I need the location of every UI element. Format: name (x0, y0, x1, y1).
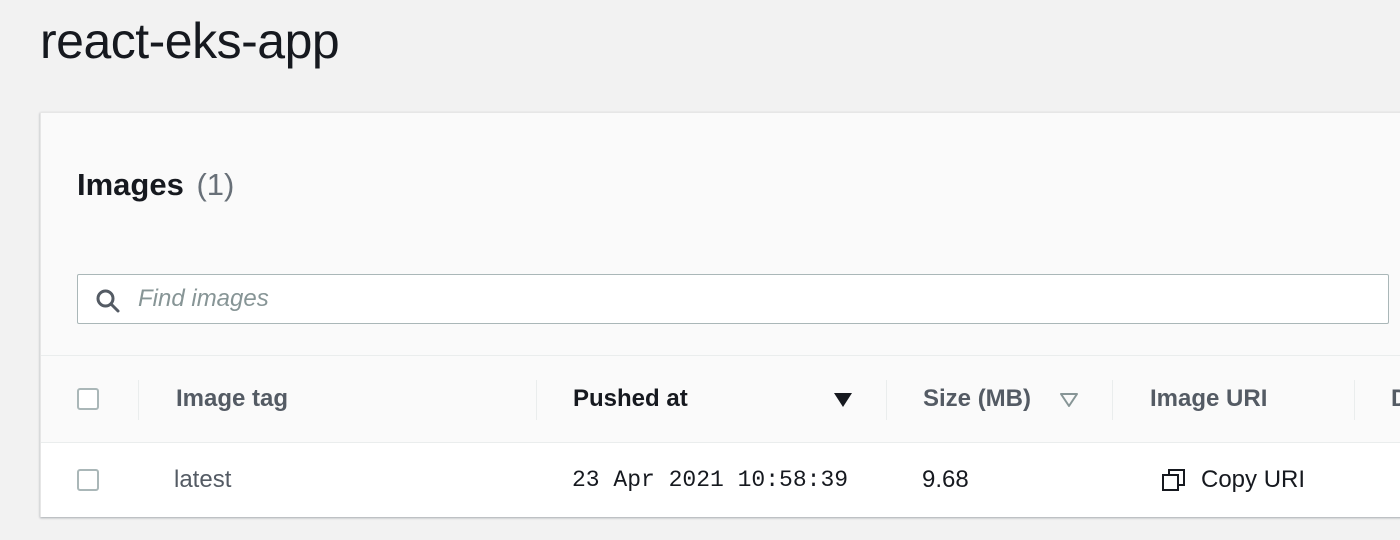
copy-uri-button[interactable]: Copy URI (1161, 443, 1305, 517)
search-input[interactable] (138, 275, 1368, 323)
images-count: (1) (196, 167, 235, 202)
column-header-pushed-at[interactable]: Pushed at (573, 356, 688, 442)
column-header-size[interactable]: Size (MB) (923, 356, 1031, 442)
column-header-image-uri[interactable]: Image URI (1150, 356, 1267, 442)
sortable-icon[interactable] (1059, 392, 1079, 408)
column-header-label: Pushed at (573, 385, 688, 412)
column-header-label: Image URI (1150, 385, 1268, 412)
images-table: Image tag Pushed at Size (MB) Image URI (41, 355, 1400, 517)
column-divider[interactable] (1354, 380, 1355, 420)
page-title: react-eks-app (40, 13, 340, 69)
column-header-image-tag[interactable]: Image tag (176, 356, 288, 442)
copy-icon (1162, 469, 1185, 491)
table-row[interactable]: latest 23 Apr 2021 10:58:39 9.68 Copy UR… (41, 443, 1400, 517)
row-checkbox[interactable] (77, 469, 99, 491)
image-tag-cell: latest (174, 466, 232, 493)
column-divider[interactable] (1112, 380, 1113, 420)
column-header-truncated[interactable]: D (1391, 356, 1400, 442)
table-header: Image tag Pushed at Size (MB) Image URI (41, 355, 1400, 443)
images-panel-header: Images (1) (77, 165, 234, 205)
images-panel: Images (1) Image tag Pushed at Size (40, 112, 1400, 517)
column-header-label: D (1391, 385, 1400, 412)
search-box[interactable] (77, 274, 1389, 324)
column-header-label: Size (MB) (923, 385, 1031, 412)
column-divider (138, 380, 139, 420)
copy-uri-label: Copy URI (1201, 466, 1306, 493)
column-header-label: Image tag (176, 385, 289, 412)
select-all-checkbox[interactable] (77, 388, 99, 410)
column-divider[interactable] (886, 380, 887, 420)
sort-descending-icon[interactable] (833, 392, 853, 408)
size-cell: 9.68 (922, 466, 969, 493)
images-panel-title: Images (77, 167, 184, 202)
column-divider[interactable] (536, 380, 537, 420)
search-icon (96, 289, 120, 313)
pushed-at-cell: 23 Apr 2021 10:58:39 (572, 467, 849, 493)
